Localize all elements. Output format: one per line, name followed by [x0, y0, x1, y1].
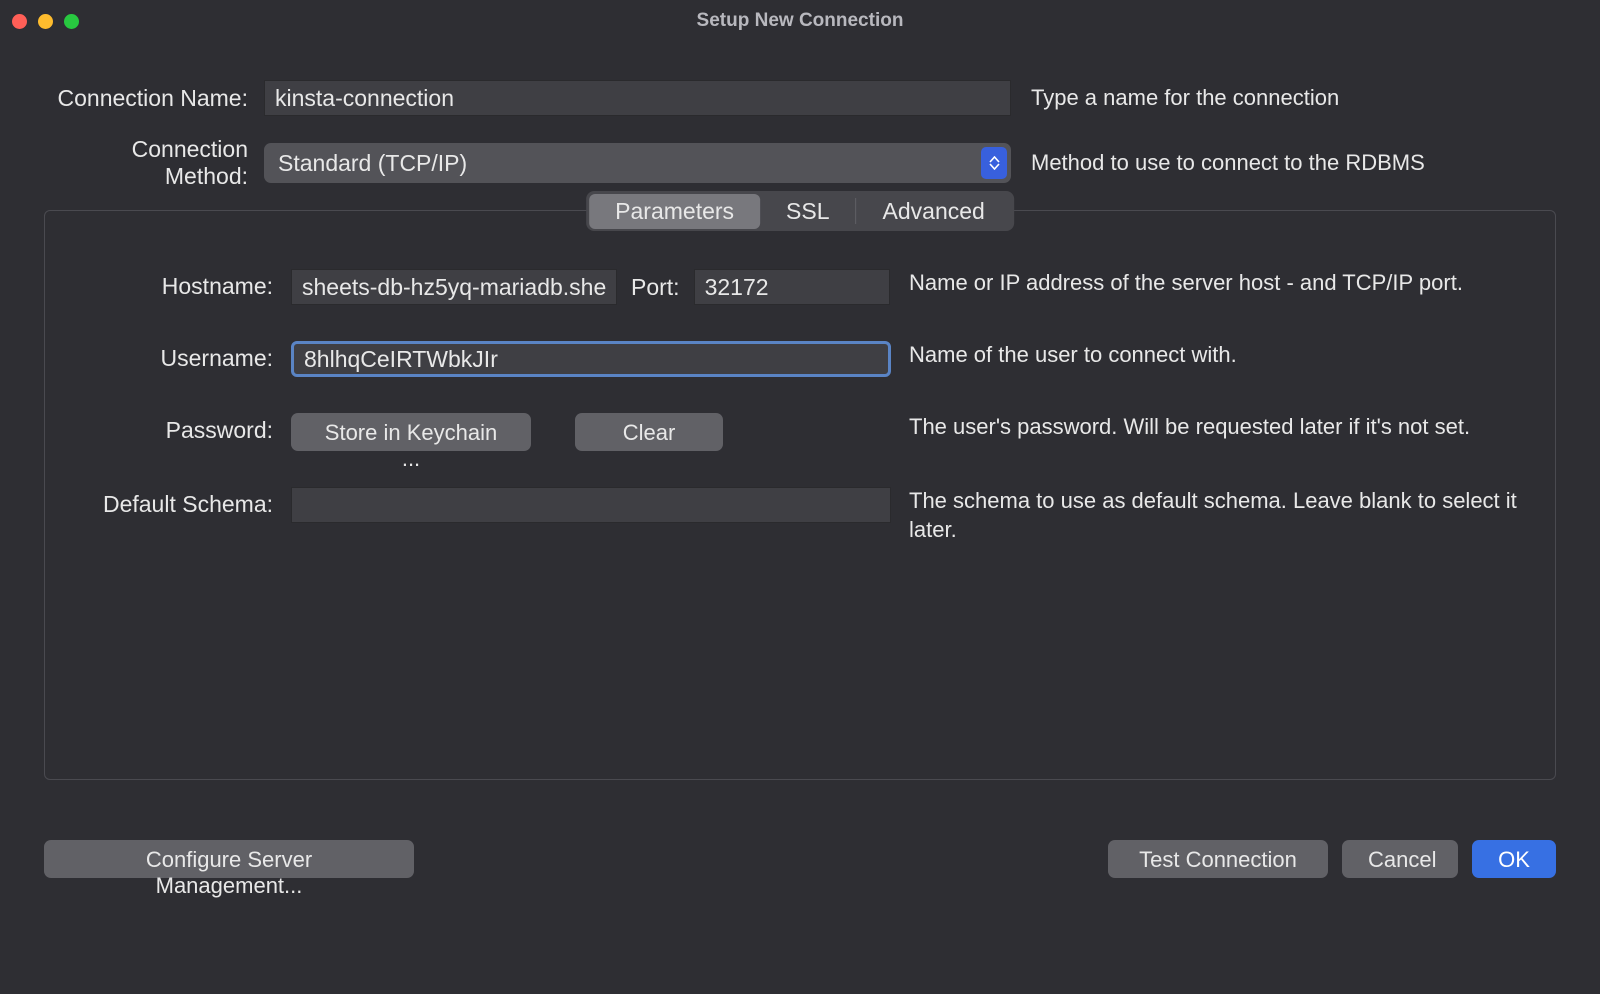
- store-keychain-button[interactable]: Store in Keychain ...: [291, 413, 531, 451]
- connection-method-label: Connection Method:: [44, 136, 252, 190]
- password-label: Password:: [73, 413, 273, 444]
- connection-name-hint: Type a name for the connection: [1023, 85, 1556, 111]
- window-title: Setup New Connection: [0, 10, 1600, 32]
- configure-server-button[interactable]: Configure Server Management...: [44, 840, 414, 878]
- default-schema-input[interactable]: [291, 487, 891, 523]
- hostname-label: Hostname:: [73, 269, 273, 300]
- port-input[interactable]: [694, 269, 890, 305]
- tab-bar: Parameters SSL Advanced: [586, 191, 1014, 231]
- test-connection-button[interactable]: Test Connection: [1108, 840, 1328, 878]
- default-schema-label: Default Schema:: [73, 487, 273, 518]
- username-hint: Name of the user to connect with.: [909, 341, 1527, 370]
- default-schema-hint: The schema to use as default schema. Lea…: [909, 487, 1527, 544]
- maximize-window-button[interactable]: [64, 14, 79, 29]
- clear-password-button[interactable]: Clear: [575, 413, 723, 451]
- tab-parameters[interactable]: Parameters: [589, 194, 760, 229]
- minimize-window-button[interactable]: [38, 14, 53, 29]
- username-input[interactable]: [291, 341, 891, 377]
- port-label: Port:: [631, 274, 680, 301]
- connection-method-value: Standard (TCP/IP): [278, 150, 467, 177]
- hostname-hint: Name or IP address of the server host - …: [909, 269, 1527, 298]
- ok-button[interactable]: OK: [1472, 840, 1556, 878]
- connection-method-select[interactable]: Standard (TCP/IP): [264, 143, 1011, 183]
- parameters-panel: Parameters SSL Advanced Hostname: Port: …: [44, 210, 1556, 780]
- cancel-button[interactable]: Cancel: [1342, 840, 1458, 878]
- password-hint: The user's password. Will be requested l…: [909, 413, 1527, 442]
- close-window-button[interactable]: [12, 14, 27, 29]
- tab-advanced[interactable]: Advanced: [857, 194, 1011, 229]
- updown-icon: [981, 147, 1007, 179]
- titlebar: Setup New Connection: [0, 0, 1600, 42]
- hostname-input[interactable]: [291, 269, 617, 305]
- username-label: Username:: [73, 341, 273, 372]
- connection-method-hint: Method to use to connect to the RDBMS: [1023, 150, 1556, 176]
- connection-name-input[interactable]: [264, 80, 1011, 116]
- tab-ssl[interactable]: SSL: [760, 194, 855, 229]
- window-controls: [12, 14, 79, 29]
- connection-name-label: Connection Name:: [44, 85, 252, 112]
